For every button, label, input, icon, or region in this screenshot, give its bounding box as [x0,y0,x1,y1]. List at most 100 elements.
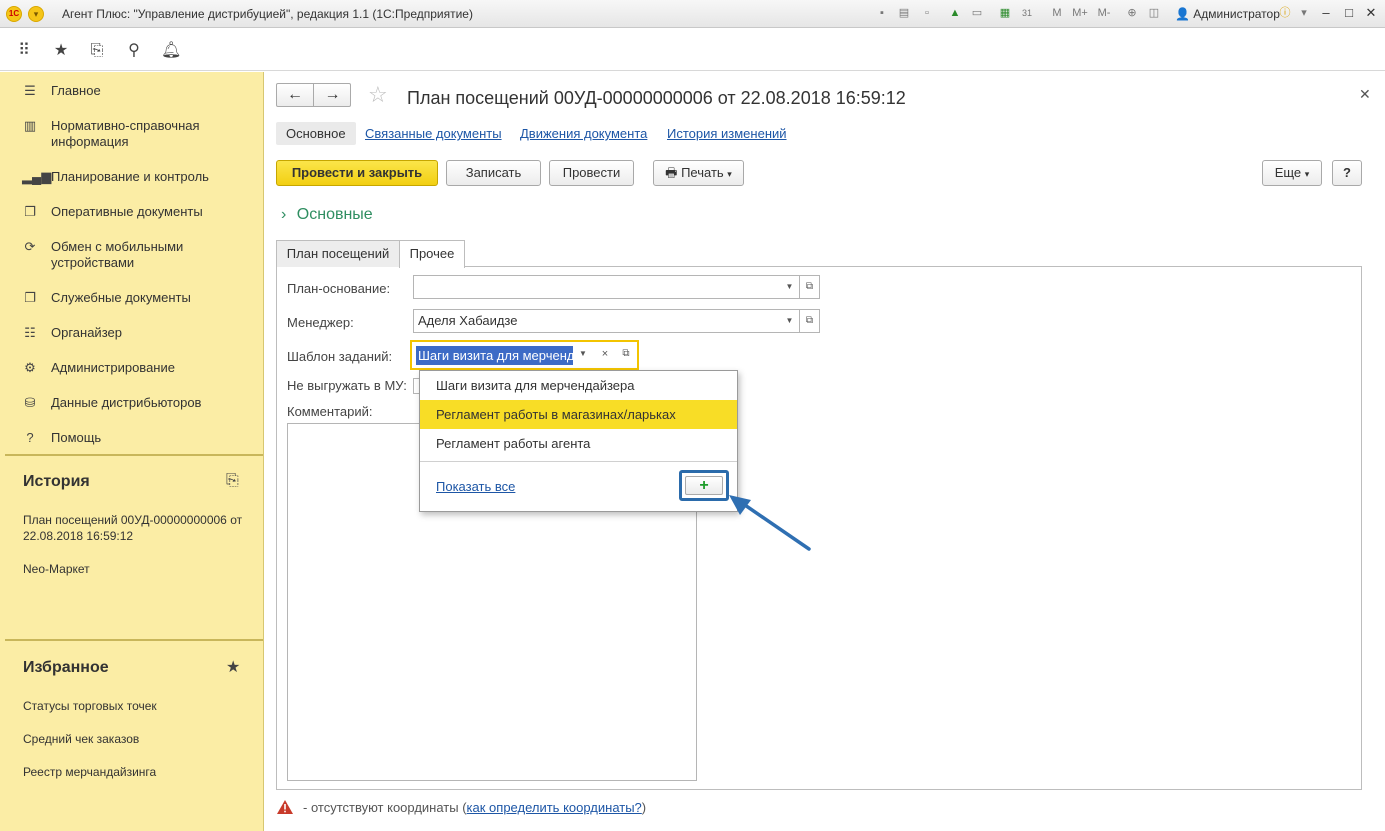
tab-doc-movements[interactable]: Движения документа [520,126,647,141]
history-entry[interactable]: Neo-Маркет [23,561,90,577]
sync-icon: ⟳ [24,239,36,254]
dropdown-option-highlighted[interactable]: Регламент работы в магазинах/ларьках [420,400,737,429]
attach-icon[interactable]: ▭ [970,6,984,20]
divider [420,461,737,462]
preview-icon[interactable]: ▫ [920,6,934,20]
template-dropdown: Шаги визита для мерчендайзера Регламент … [419,370,738,512]
zoom-icon[interactable]: ⊕ [1125,6,1139,20]
favorite-item[interactable]: Реестр мерчандайзинга [23,764,156,780]
help-button[interactable]: ? [1332,160,1362,186]
user-icon: 👤 [1175,7,1190,21]
comment-label: Комментарий: [287,404,373,419]
info-icon[interactable]: ⓘ [1278,6,1292,20]
tab-related-docs[interactable]: Связанные документы [365,126,502,141]
history-title: История [23,473,90,490]
tab-main[interactable]: Основное [276,122,356,145]
memory-icon[interactable]: M [1050,6,1064,20]
chevron-down-icon: ▾ [727,169,732,179]
status-line: - отсутствуют координаты (как определить… [277,800,646,815]
manager-label: Менеджер: [287,315,354,330]
app-toolbar: ⠿ ★ ⎘ ⚲ 🔔︎ [0,29,1385,71]
close-window-button[interactable]: ✕ [1363,5,1379,21]
plan-base-label: План-основание: [287,281,391,296]
save-icon[interactable]: ▪ [875,6,889,20]
chevron-down-icon: ▾ [1304,169,1310,179]
search-icon[interactable]: ⚲ [124,41,144,61]
add-button[interactable]: + [685,476,723,495]
dropdown-option[interactable]: Шаги визита для мерчендайзера [420,371,737,400]
chevron-down-icon[interactable]: ▼ [780,309,800,333]
tab-change-history[interactable]: История изменений [667,126,787,141]
print-icon[interactable]: ▤ [897,6,911,20]
sidebar: ☰ Главное ▥ Нормативно-справочная информ… [0,72,264,831]
help-icon: ? [26,430,34,445]
manager-field[interactable]: Аделя Хабаидзе [413,309,781,333]
document-form: ← → ☆ План посещений 00УД-00000000006 от… [265,72,1385,831]
app-logo-icon[interactable]: 1С [6,6,22,22]
favorites-star-icon[interactable]: ★ [51,41,71,61]
dropdown-option[interactable]: Регламент работы агента [420,429,737,458]
tab-visit-plan[interactable]: План посещений [276,240,400,267]
catalog-icon: ▥ [23,118,37,133]
tab-other[interactable]: Прочее [399,240,465,268]
chart-icon: ▂▄▆ [22,169,52,184]
plan-base-field[interactable] [413,275,781,299]
more-button[interactable]: Еще ▾ [1262,160,1322,186]
user-name[interactable]: 👤 Администратор [1175,7,1280,21]
menu-icon: ☰ [24,83,36,98]
favorite-star-icon[interactable]: ☆ [368,84,388,106]
close-form-icon[interactable]: ✕ [1359,86,1371,103]
panels-icon[interactable]: ◫ [1147,6,1161,20]
chevron-down-icon[interactable]: ▼ [780,275,800,299]
chevron-down-icon[interactable]: ▾ [1297,6,1311,20]
divider [5,639,263,641]
callout-arrow-icon [729,495,811,551]
main-menu-icon[interactable]: ▾ [28,6,44,22]
maximize-button[interactable]: □ [1341,5,1357,21]
open-icon[interactable]: ⧉ [616,343,636,367]
page-title: План посещений 00УД-00000000006 от 22.08… [407,88,906,108]
favorite-item[interactable]: Статусы торговых точек [23,698,157,714]
coordinates-help-link[interactable]: как определить координаты? [467,800,642,815]
divider [5,454,263,456]
star-icon[interactable]: ★ [226,657,240,677]
chevron-down-icon[interactable]: ▼ [573,343,593,367]
post-and-close-button[interactable]: Провести и закрыть [276,160,438,186]
nav-buttons: ← → [276,83,351,107]
database-icon: ⛁ [24,395,36,410]
clear-icon[interactable]: × [595,343,615,367]
history-entry[interactable]: План посещений 00УД-00000000006 от 22.08… [23,512,253,544]
forward-arrow-icon[interactable]: → [314,84,351,106]
window-title: Агент Плюс: "Управление дистрибуцией", р… [62,7,473,21]
group-main-toggle[interactable]: › Основные [281,206,373,224]
back-arrow-icon[interactable]: ← [277,84,314,106]
template-selected-text[interactable]: Шаги визита для мерчендайзера [416,346,573,365]
apps-grid-icon[interactable]: ⠿ [14,41,34,61]
post-button[interactable]: Провести [549,160,634,186]
spreadsheet-icon[interactable]: ▦ [998,6,1012,20]
open-icon[interactable]: ⧉ [800,309,820,333]
history-icon[interactable]: ⎘ [87,41,107,61]
documents-icon: ❐ [24,204,36,219]
favorites-title: Избранное [23,659,109,676]
bell-icon[interactable]: 🔔︎ [161,41,181,61]
gear-icon: ⚙ [24,360,36,375]
minimize-button[interactable]: – [1318,5,1334,21]
template-label: Шаблон заданий: [287,349,393,364]
service-docs-icon: ❐ [24,290,36,305]
memory-plus-icon[interactable]: M+ [1070,6,1090,20]
calendar-icon[interactable]: 31 [1020,6,1034,20]
favorite-item[interactable]: Средний чек заказов [23,731,139,747]
upload-icon[interactable]: ▲ [948,6,962,20]
history-icon[interactable]: ⎘ [226,472,239,490]
open-icon[interactable]: ⧉ [800,275,820,299]
no-export-label: Не выгружать в МУ: [287,378,407,393]
save-button[interactable]: Записать [446,160,541,186]
printer-icon: 🖶︎ [665,165,678,180]
chevron-right-icon: › [281,206,287,223]
print-button[interactable]: 🖶︎ Печать ▾ [653,160,744,186]
organizer-icon: ☷ [24,325,36,340]
warning-icon [277,800,293,814]
memory-minus-icon[interactable]: M- [1094,6,1114,20]
show-all-link[interactable]: Показать все [436,479,515,494]
